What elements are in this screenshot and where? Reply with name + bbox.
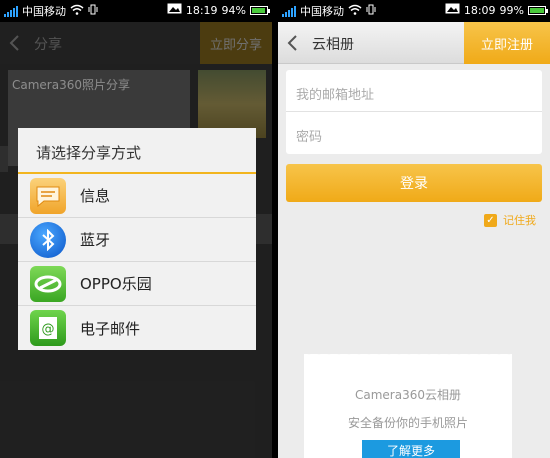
- remember-me-checkbox[interactable]: ✓ 记住我: [484, 212, 536, 228]
- clock-time: 18:09: [463, 3, 496, 17]
- svg-text:@: @: [42, 322, 55, 337]
- battery-icon: [250, 5, 270, 15]
- gallery-icon: [167, 3, 182, 17]
- signal-icon: [4, 5, 18, 17]
- message-icon: [30, 177, 66, 214]
- battery-percent: 94%: [221, 3, 246, 17]
- share-option-label: 蓝牙: [80, 231, 111, 249]
- password-field[interactable]: 密码: [286, 112, 542, 154]
- status-bar: 中国移动 18:19 94%: [0, 0, 272, 22]
- wifi-icon: [70, 4, 84, 18]
- share-option-email[interactable]: @ 电子邮件: [18, 306, 256, 350]
- carrier-label: 中国移动: [22, 5, 66, 18]
- email-field[interactable]: 我的邮箱地址: [286, 70, 542, 112]
- page-title: 云相册: [312, 37, 354, 53]
- gallery-icon: [445, 3, 460, 17]
- vibrate-icon: [88, 4, 98, 18]
- share-method-dialog: 请选择分享方式 信息 蓝牙 OPPO乐园 @ 电子邮件: [18, 128, 256, 350]
- share-option-label: 电子邮件: [80, 319, 141, 338]
- signal-icon: [282, 5, 296, 17]
- vibrate-icon: [366, 4, 376, 18]
- status-bar: 中国移动 18:09 99%: [278, 0, 550, 22]
- login-form: 我的邮箱地址 密码: [286, 70, 542, 154]
- learn-more-button[interactable]: 了解更多: [362, 440, 460, 458]
- remember-me-label: 记住我: [503, 214, 536, 227]
- share-option-label: OPPO乐园: [80, 275, 152, 293]
- bluetooth-icon: [30, 221, 66, 258]
- promo-subtitle: 安全备份你的手机照片: [347, 416, 468, 430]
- promo-title: Camera360云相册: [355, 388, 461, 402]
- share-option-oppo-paradise[interactable]: OPPO乐园: [18, 262, 256, 306]
- dialog-title: 请选择分享方式: [18, 128, 256, 174]
- oppo-paradise-icon: [30, 265, 66, 302]
- wifi-icon: [348, 4, 362, 18]
- cloud-album-promo-card: Camera360云相册 安全备份你的手机照片 了解更多: [304, 350, 512, 458]
- register-now-button[interactable]: 立即注册: [464, 22, 550, 64]
- email-icon: @: [30, 310, 66, 346]
- checkmark-icon: ✓: [484, 213, 497, 227]
- share-option-label: 信息: [80, 187, 111, 205]
- share-option-bluetooth[interactable]: 蓝牙: [18, 218, 256, 262]
- cloud-album-login-screen: 中国移动 18:09 99% 云相册 立即注册 我的邮箱地址 密码 登录 ✓ 记…: [278, 0, 550, 458]
- carrier-label: 中国移动: [300, 5, 344, 18]
- battery-icon: [528, 5, 548, 15]
- clock-time: 18:19: [185, 3, 218, 17]
- title-bar: 云相册 立即注册: [278, 22, 550, 64]
- torn-edge: [304, 350, 512, 358]
- back-chevron-icon[interactable]: [286, 34, 298, 52]
- share-option-message[interactable]: 信息: [18, 174, 256, 218]
- login-button[interactable]: 登录: [286, 164, 542, 202]
- battery-percent: 99%: [499, 3, 524, 17]
- share-screen: 中国移动 18:19 94% Camera360照片分享 分享 立即分享 请选择…: [0, 0, 272, 458]
